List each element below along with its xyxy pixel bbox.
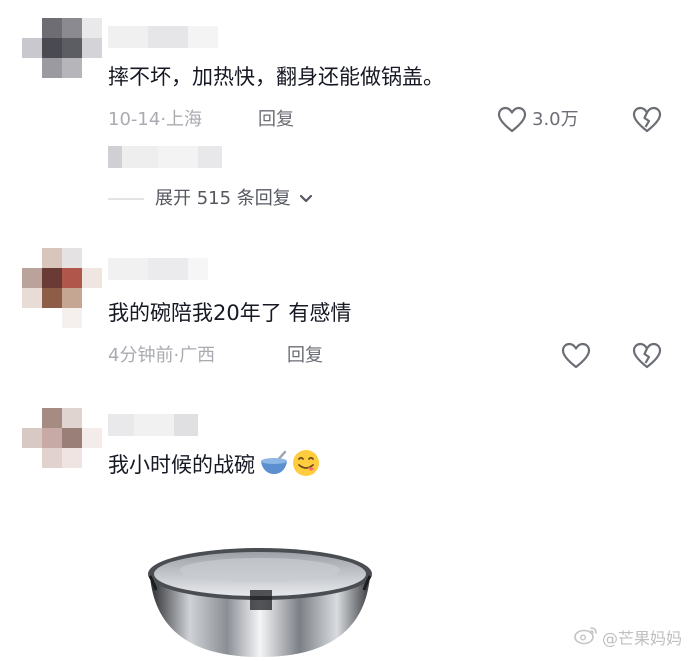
expand-replies-button[interactable]: 展开 515 条回复 — [155, 186, 313, 212]
comment-date: 10-14 — [108, 109, 161, 130]
chevron-down-icon — [299, 186, 313, 212]
like-button[interactable] — [561, 342, 591, 370]
comment-location: 广西 — [179, 345, 216, 366]
broken-heart-icon — [632, 106, 662, 134]
username-blurred[interactable] — [108, 414, 198, 436]
comment-text: 我的碗陪我20年了 有感情 — [108, 301, 352, 325]
dislike-button[interactable] — [632, 342, 662, 370]
like-button[interactable] — [497, 106, 527, 134]
comment-text: 我小时候的战碗 — [108, 453, 255, 477]
comment-meta: 10-14·上海 — [108, 107, 202, 133]
expand-replies-label: 展开 515 条回复 — [155, 188, 291, 209]
dislike-button[interactable] — [632, 106, 662, 134]
face-savoring-food-icon — [291, 448, 321, 482]
comment-row: 我小时候的战碗 — [108, 450, 321, 480]
username-blurred[interactable] — [108, 26, 218, 48]
comment-meta: 4分钟前·广西 — [108, 343, 215, 369]
bowl-photo[interactable] — [140, 540, 380, 657]
bowl-with-spoon-icon — [259, 450, 289, 480]
avatar[interactable] — [22, 408, 102, 488]
reply-button[interactable]: 回复 — [258, 107, 294, 133]
broken-heart-icon — [632, 342, 662, 370]
heart-outline-icon — [497, 106, 527, 134]
avatar[interactable] — [22, 18, 102, 98]
divider — [108, 198, 144, 200]
avatar[interactable] — [22, 248, 102, 328]
comment-date: 4分钟前 — [108, 345, 174, 366]
weibo-logo-icon — [574, 625, 598, 649]
username-blurred[interactable] — [108, 258, 208, 280]
comment-text: 摔不坏，加热快，翻身还能做锅盖。 — [108, 65, 444, 89]
watermark: @芒果妈妈 — [574, 625, 682, 649]
heart-outline-icon — [561, 342, 591, 370]
reply-preview-blurred — [108, 146, 222, 168]
watermark-label: @芒果妈妈 — [601, 629, 682, 648]
comment-location: 上海 — [166, 109, 203, 130]
reply-button[interactable]: 回复 — [287, 343, 323, 369]
like-count: 3.0万 — [532, 109, 579, 130]
